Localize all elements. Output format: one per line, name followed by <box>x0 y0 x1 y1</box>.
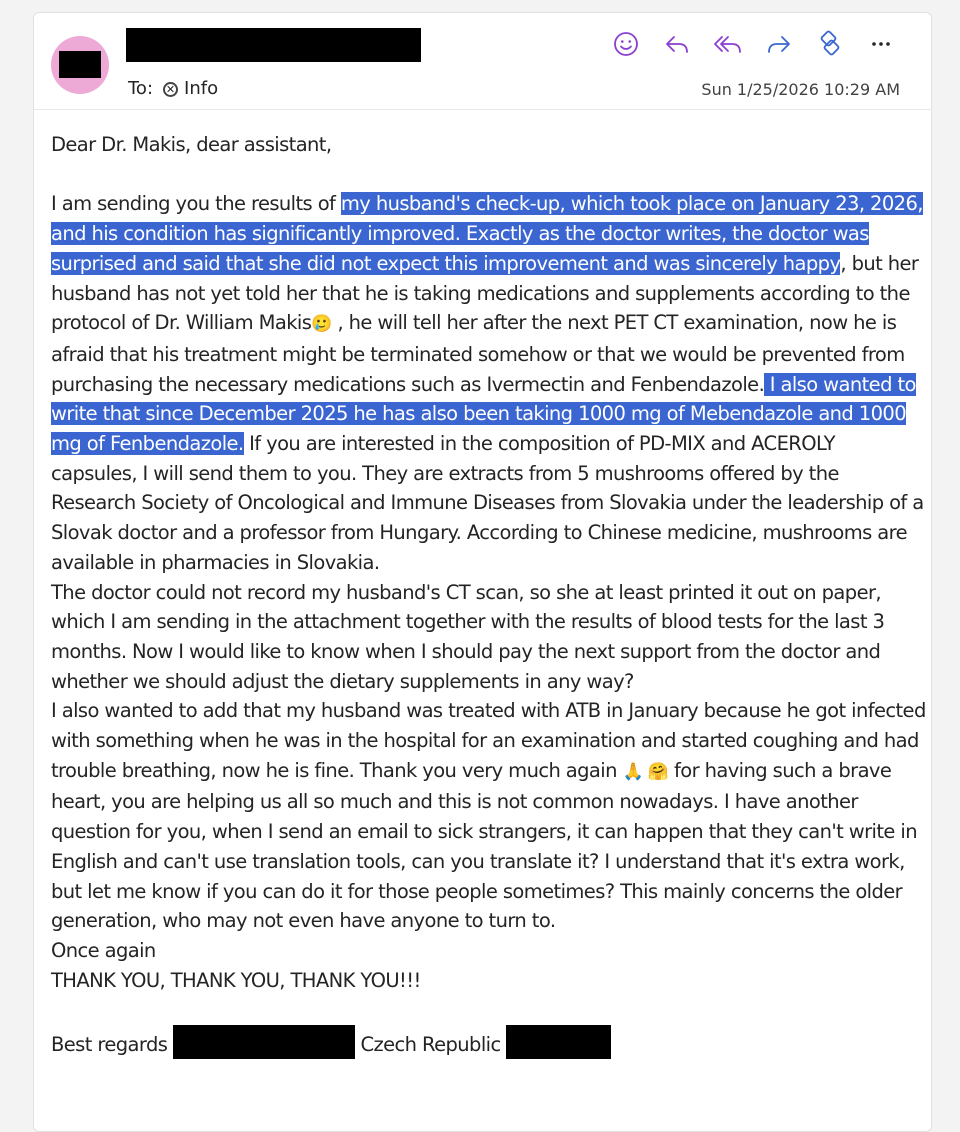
thanks-line: THANK YOU, THANK YOU, THANK YOU!!! <box>51 968 421 992</box>
header-divider <box>34 109 931 110</box>
redacted-sender-name <box>126 28 421 62</box>
more-icon <box>872 42 890 46</box>
loop-button[interactable] <box>812 30 848 58</box>
paragraph-checkup: I am sending you the results of my husba… <box>51 189 926 577</box>
greeting: Dear Dr. Makis, dear assistant, <box>51 133 332 156</box>
recipient-row: To: ✕ Info <box>128 78 218 100</box>
paragraph-ct-scan: The doctor could not record my husband's… <box>51 580 885 693</box>
loop-icon <box>820 30 840 56</box>
redacted-signature-extra <box>506 1025 612 1060</box>
remove-recipient-icon[interactable]: ✕ <box>163 81 179 97</box>
pray-hug-emoji: 🙏 🤗 <box>622 761 669 782</box>
more-options-button[interactable] <box>863 30 899 58</box>
reply-all-icon <box>714 36 741 53</box>
redacted-signature-name <box>172 1025 355 1060</box>
redacted-avatar-initials <box>59 51 101 78</box>
regards-text: Best regards <box>51 1033 173 1057</box>
message-date: Sun 1/25/2026 10:29 AM <box>701 80 900 99</box>
to-label: To: <box>128 78 154 99</box>
emoji-icon <box>614 32 638 56</box>
forward-button[interactable] <box>761 30 797 58</box>
country-text: Czech Republic <box>354 1033 507 1057</box>
body-text: I am sending you the results of <box>51 192 341 216</box>
smile-tear-emoji: 🥲 <box>311 314 332 335</box>
recipient-name[interactable]: Info <box>184 78 218 100</box>
reply-all-button[interactable] <box>710 30 746 58</box>
reply-icon <box>666 36 688 53</box>
message-actions <box>608 30 914 58</box>
signature-line: Best regards Czech Republic <box>51 1025 926 1060</box>
reply-button[interactable] <box>659 30 695 58</box>
body-text: for having such a brave heart, you are h… <box>51 758 918 933</box>
once-again-line: Once again <box>51 938 156 962</box>
message-body: Dear Dr. Makis, dear assistant, I am sen… <box>51 130 926 1060</box>
emoji-button[interactable] <box>608 30 644 58</box>
paragraph-atb: I also wanted to add that my husband was… <box>51 696 926 936</box>
forward-icon <box>768 36 790 53</box>
